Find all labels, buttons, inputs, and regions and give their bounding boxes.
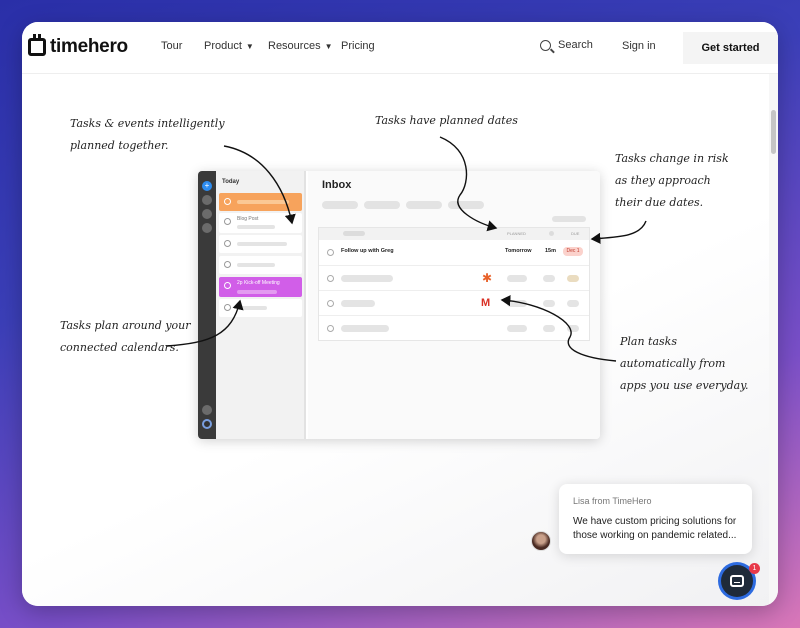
chat-icon: [730, 575, 744, 587]
nav-pricing[interactable]: Pricing: [341, 40, 375, 52]
search-button[interactable]: Search: [540, 39, 593, 51]
arrow: [500, 295, 617, 362]
browser-frame: timehero Tour Product ▼ Resources ▼ Pricin…: [22, 22, 778, 606]
agent-avatar[interactable]: [531, 531, 551, 551]
get-started-button[interactable]: Get started: [683, 32, 778, 64]
nav-resources[interactable]: Resources ▼: [268, 40, 333, 52]
chat-message: We have custom pricing solutions for tho…: [573, 516, 737, 541]
unread-badge: 1: [749, 563, 760, 574]
brand-logo[interactable]: timehero: [28, 34, 128, 58]
search-label: Search: [558, 39, 593, 51]
arrow: [223, 145, 296, 225]
brand-name: timehero: [50, 36, 128, 57]
nav-product[interactable]: Product ▼: [204, 40, 254, 52]
nav-resources-label: Resources: [268, 40, 321, 52]
hero-section: Tasks & events intelligently planned tog…: [22, 75, 769, 606]
nav-product-label: Product: [204, 40, 242, 52]
chat-sender: Lisa from TimeHero: [573, 496, 652, 506]
nav-tour[interactable]: Tour: [161, 40, 182, 52]
chevron-down-icon: ▼: [324, 42, 333, 51]
arrow: [439, 136, 498, 232]
arrow: [166, 299, 244, 347]
chevron-down-icon: ▼: [245, 42, 254, 51]
signin-link[interactable]: Sign in: [622, 40, 656, 52]
chat-preview[interactable]: Lisa from TimeHero We have custom pricin…: [559, 484, 752, 554]
arrow: [590, 220, 647, 244]
search-icon: [540, 39, 551, 51]
calendar-logo-icon: [28, 34, 46, 56]
top-navigation: timehero Tour Product ▼ Resources ▼ Pricin…: [22, 22, 778, 74]
scrollbar-thumb[interactable]: [771, 110, 776, 154]
